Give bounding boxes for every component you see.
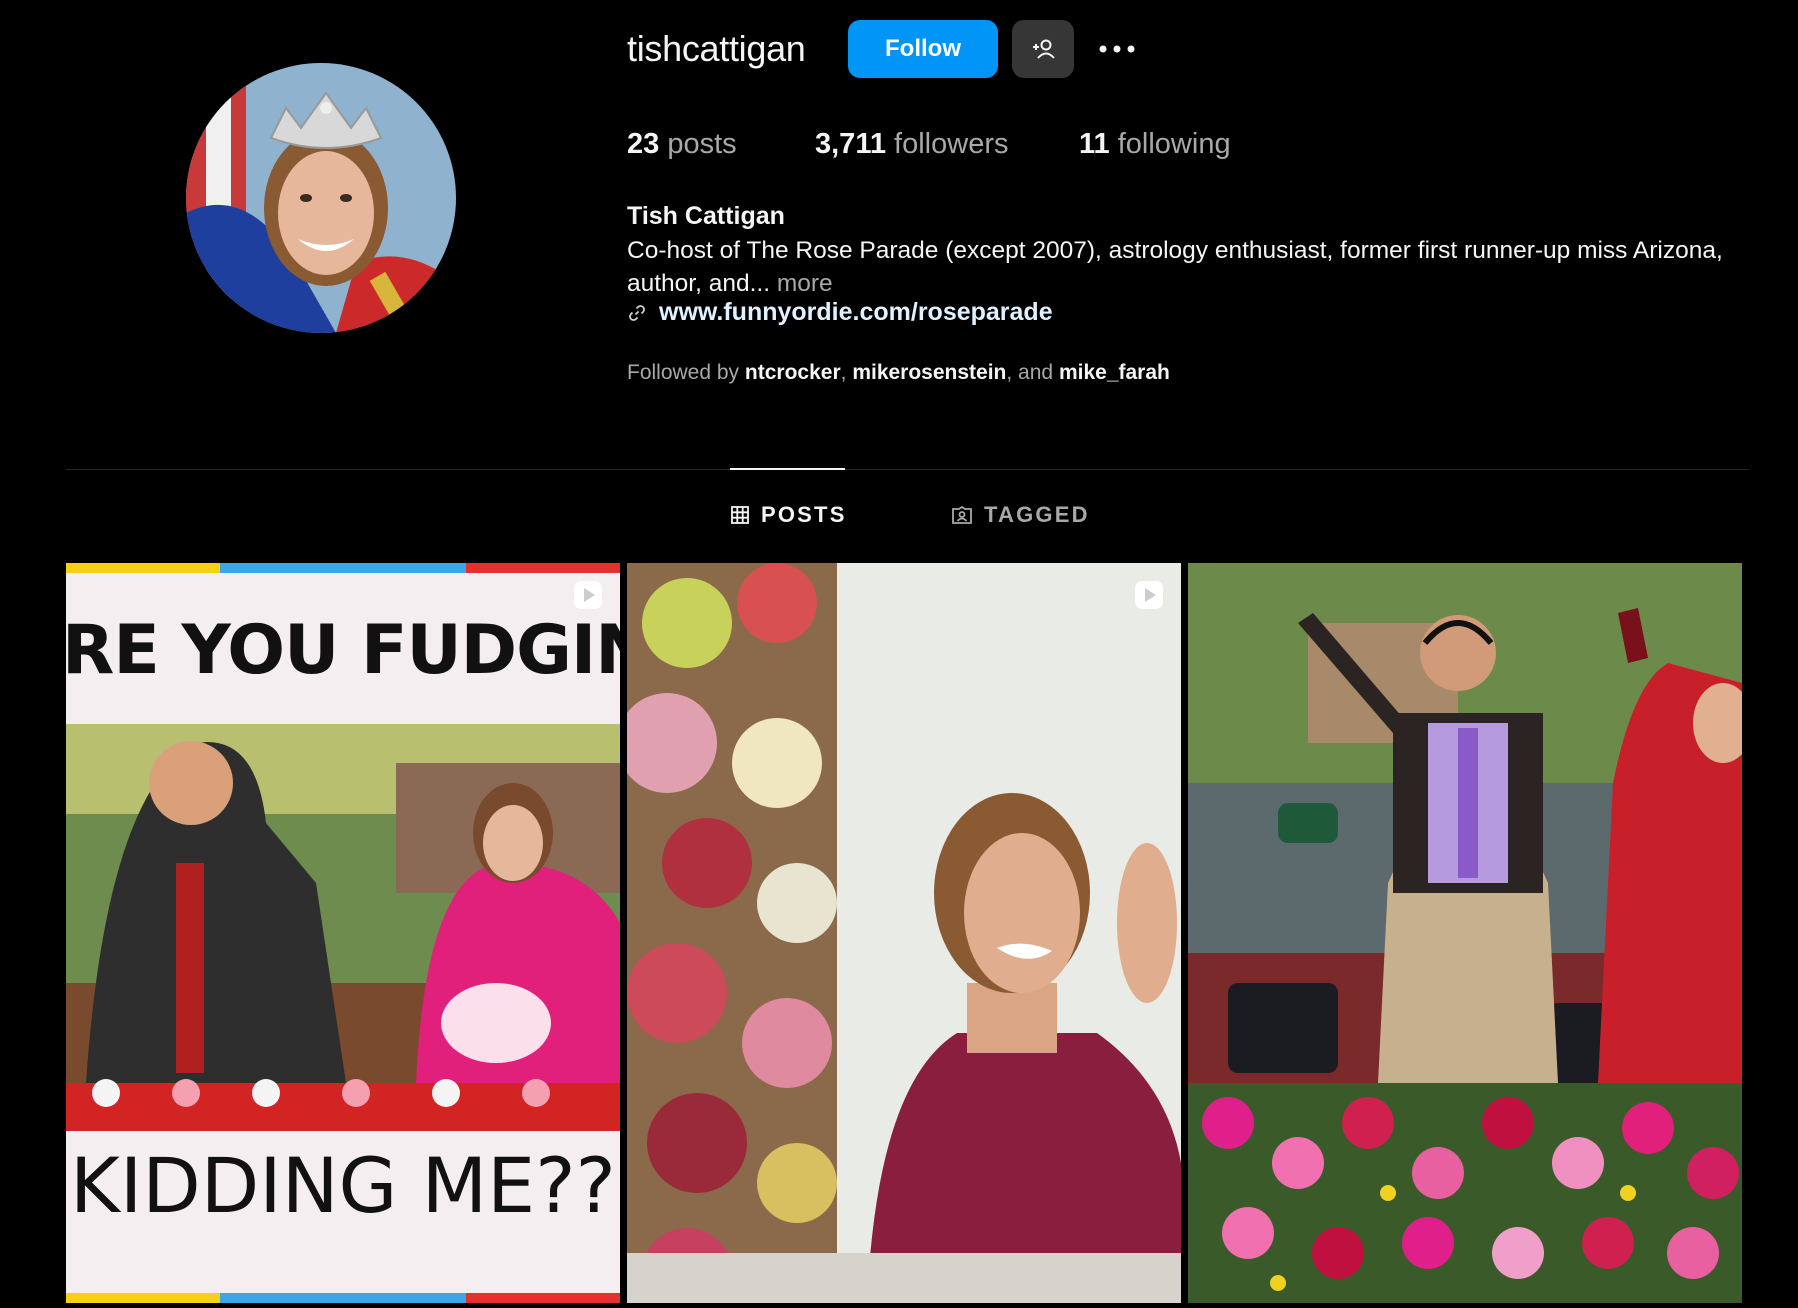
posts-count-value: 23 (627, 128, 660, 160)
suggested-accounts-button[interactable] (1012, 20, 1074, 78)
post-thumbnail[interactable] (627, 563, 1181, 1303)
bio-more-link[interactable]: more (777, 270, 833, 297)
tagged-icon (952, 506, 972, 524)
tab-posts[interactable]: POSTS (731, 502, 847, 528)
followed-by-user[interactable]: mike_farah (1059, 361, 1170, 384)
post-overlay-text-bottom: KIDDING ME?? (70, 1141, 616, 1230)
followers-count-label: followers (894, 128, 1009, 160)
post-image (1188, 563, 1742, 1303)
add-person-icon (1033, 39, 1055, 59)
reel-icon (1135, 581, 1163, 609)
tab-tagged[interactable]: TAGGED (952, 502, 1090, 528)
profile-website-link[interactable]: www.funnyordie.com/roseparade (659, 298, 1053, 327)
post-thumbnail[interactable] (1188, 563, 1742, 1303)
follow-button[interactable]: Follow (848, 20, 998, 78)
active-tab-indicator (730, 468, 845, 470)
followed-by-separator: , (840, 361, 847, 384)
avatar-photo (186, 63, 456, 333)
link-icon (629, 304, 645, 321)
profile-link-row: www.funnyordie.com/roseparade (627, 298, 1053, 327)
tabs-divider (66, 469, 1749, 470)
tab-tagged-label: TAGGED (984, 502, 1090, 527)
followed-by-prefix: Followed by (627, 361, 740, 384)
options-button[interactable] (1090, 26, 1144, 72)
followers-count-value: 3,711 (815, 128, 886, 160)
posts-count: 23 posts (627, 128, 737, 161)
profile-avatar[interactable] (186, 63, 456, 333)
followers-link[interactable]: 3,711 followers (815, 128, 1008, 161)
followed-by[interactable]: Followed by ntcrocker, mikerosenstein, a… (627, 361, 1170, 385)
profile-username: tishcattigan (627, 28, 806, 69)
post-thumbnail[interactable]: RE YOU FUDGIN KIDDING ME?? (66, 563, 620, 1303)
reel-icon (574, 581, 602, 609)
followed-by-user[interactable]: ntcrocker (745, 361, 841, 384)
following-link[interactable]: 11 following (1079, 128, 1231, 161)
followed-by-and: , and (1006, 361, 1054, 384)
following-count-value: 11 (1079, 128, 1110, 160)
profile-full-name: Tish Cattigan (627, 202, 785, 230)
post-image (627, 563, 1181, 1303)
more-options-icon (1099, 45, 1135, 53)
posts-count-label: posts (667, 128, 737, 160)
followed-by-user[interactable]: mikerosenstein (852, 361, 1006, 384)
following-count-label: following (1117, 128, 1231, 160)
grid-icon (731, 506, 749, 524)
profile-bio: Co-host of The Rose Parade (except 2007)… (627, 234, 1737, 300)
post-overlay-text-top: RE YOU FUDGIN (66, 611, 620, 690)
tab-posts-label: POSTS (761, 502, 847, 527)
